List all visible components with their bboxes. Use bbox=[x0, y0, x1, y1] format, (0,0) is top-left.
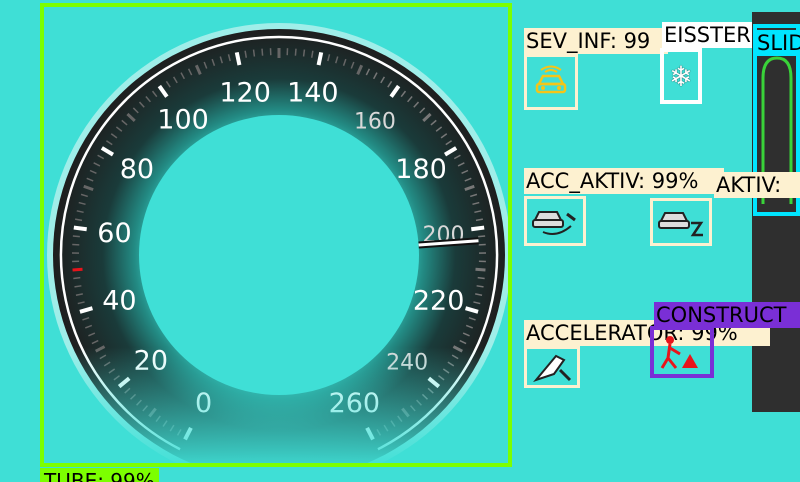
construction-detection-box bbox=[650, 326, 714, 378]
gauge-minor-tick bbox=[478, 278, 485, 279]
gauge-minor-tick bbox=[304, 50, 305, 57]
gauge-tick-label: 60 bbox=[97, 218, 131, 249]
gauge-major-tick bbox=[471, 228, 484, 230]
slider-label: SLID bbox=[755, 30, 800, 56]
gauge-tick-label: 80 bbox=[120, 154, 154, 185]
sev-inf-label: SEV_INF: 99 bbox=[524, 28, 668, 54]
gauge-tick-label: 100 bbox=[157, 105, 209, 136]
gauge-major-tick bbox=[237, 52, 240, 65]
construction-label: CONSTRUCT bbox=[654, 302, 800, 328]
gauge-bottom-fade bbox=[44, 347, 512, 467]
sev-inf-detection-box bbox=[524, 54, 578, 110]
acc-aktiv-label: ACC_AKTIV: 99% bbox=[524, 168, 724, 194]
gauge-tick-label: 160 bbox=[354, 110, 396, 135]
car-warning-icon bbox=[531, 64, 571, 100]
gauge-tick-label: 180 bbox=[395, 154, 447, 185]
speedometer-detection-box: 020406080100120140160180200220240260 bbox=[40, 3, 512, 467]
gauge-minor-tick bbox=[262, 49, 263, 56]
gauge-minor-tick bbox=[295, 49, 296, 56]
gauge-minor-tick bbox=[74, 286, 81, 287]
accelerator-detection-box bbox=[524, 346, 580, 388]
gauge-minor-tick bbox=[254, 50, 255, 57]
acc-car-icon bbox=[531, 204, 579, 238]
gauge-minor-tick bbox=[478, 236, 485, 237]
eisstern-detection-box: ❄ bbox=[660, 48, 702, 104]
acc-aktiv-detection-box bbox=[524, 196, 586, 246]
gauge-minor-tick bbox=[73, 236, 80, 237]
acc-aktiv-2-label: AKTIV: bbox=[714, 172, 800, 198]
gauge-tick-label: 120 bbox=[219, 77, 271, 108]
accelerator-pedal-icon bbox=[530, 350, 574, 384]
gauge-major-tick bbox=[319, 52, 322, 65]
gauge-tick-label: 220 bbox=[413, 286, 465, 317]
acc-aktiv-2-detection-box bbox=[650, 198, 712, 246]
snowflake-icon: ❄ bbox=[669, 60, 692, 93]
gauge-major-tick bbox=[74, 228, 87, 230]
gauge-minor-tick bbox=[73, 278, 80, 279]
gauge-tick-label: 40 bbox=[102, 286, 136, 317]
acc-car-hourglass-icon bbox=[657, 205, 705, 239]
gauge-minor-tick bbox=[477, 286, 484, 287]
gauge-tick-label: 140 bbox=[287, 77, 339, 108]
eisstern-label: EISSTERN bbox=[662, 22, 766, 48]
gauge-minor-tick bbox=[475, 269, 485, 270]
speedometer-gauge: 020406080100120140160180200220240260 bbox=[44, 7, 512, 467]
construction-icon bbox=[656, 332, 708, 372]
gauge-minor-tick bbox=[73, 269, 83, 270]
